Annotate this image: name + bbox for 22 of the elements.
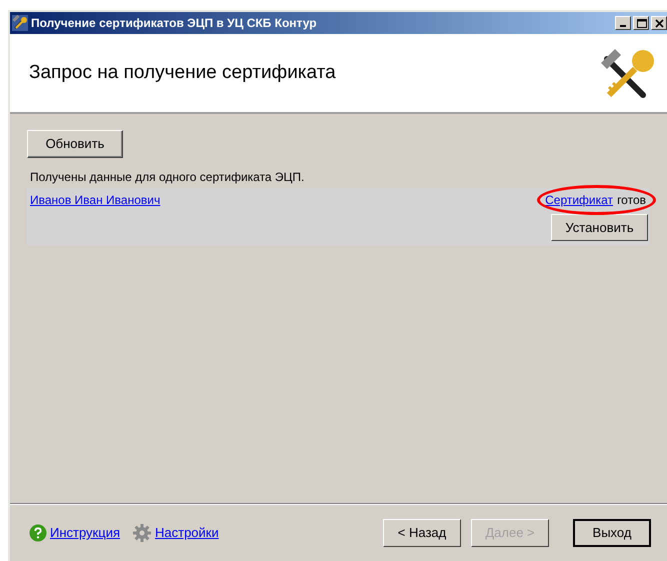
minimize-button[interactable] <box>615 16 631 30</box>
install-button[interactable]: Установить <box>551 214 648 241</box>
close-icon <box>652 17 666 29</box>
status-label: готов <box>617 192 646 209</box>
minimize-icon <box>620 25 626 27</box>
page-heading: Запрос на получение сертификата <box>29 60 336 85</box>
hammer-key-icon <box>599 47 655 99</box>
close-button[interactable] <box>651 16 667 30</box>
refresh-button[interactable]: Обновить <box>27 130 123 158</box>
help-icon <box>29 524 47 542</box>
settings-link[interactable]: Настройки <box>155 523 219 543</box>
gear-icon <box>132 523 152 543</box>
maximize-button[interactable] <box>633 16 649 30</box>
certificate-link[interactable]: Сертификат <box>545 191 614 209</box>
wizard-button[interactable]: < Назад <box>383 519 461 547</box>
window-title: Получение сертификатов ЭЦП в УЦ СКБ Контур <box>31 15 317 32</box>
maximize-icon <box>634 17 648 29</box>
help-link[interactable]: Инструкция <box>50 523 120 543</box>
owner-link[interactable]: Иванов Иван Иванович <box>30 191 160 209</box>
status-text: Получены данные для одного сертификата ЭЦП. <box>30 169 306 186</box>
wizard-button[interactable]: Выход <box>573 519 651 547</box>
hammer-key-icon <box>12 15 28 31</box>
